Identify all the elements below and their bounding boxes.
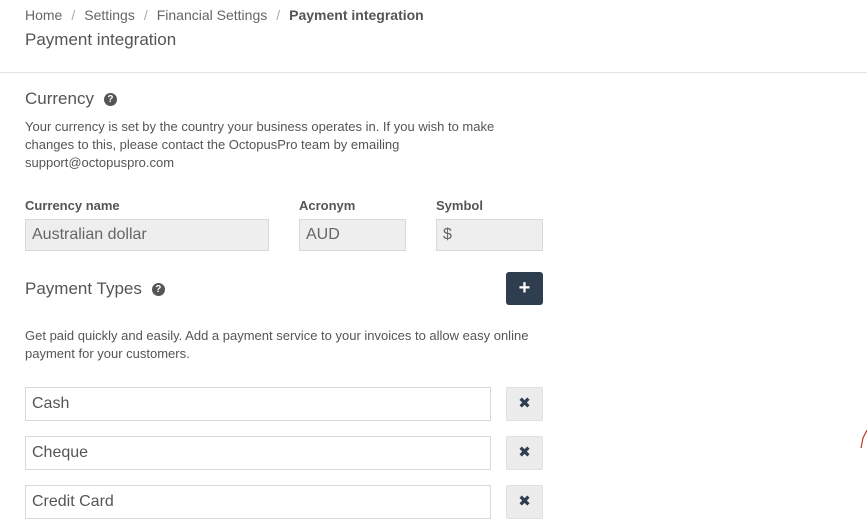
cursor-mark-icon <box>860 429 867 449</box>
payment-types-heading-text: Payment Types <box>25 279 142 298</box>
remove-payment-type-button[interactable]: ✖ <box>506 436 543 470</box>
symbol-label: Symbol <box>436 198 483 213</box>
acronym-label: Acronym <box>299 198 356 213</box>
breadcrumb-settings[interactable]: Settings <box>84 7 135 23</box>
breadcrumb-separator: / <box>71 7 76 23</box>
payment-types-heading: Payment Types? <box>25 279 165 299</box>
close-icon: ✖ <box>518 395 531 412</box>
payment-type-input[interactable] <box>25 387 491 421</box>
page-title: Payment integration <box>25 30 177 49</box>
symbol-field: $ <box>436 219 543 251</box>
add-payment-type-button[interactable]: + <box>506 272 543 305</box>
payment-type-input[interactable] <box>25 485 491 519</box>
payment-type-input[interactable] <box>25 436 491 470</box>
currency-name-label: Currency name <box>25 198 120 213</box>
acronym-field: AUD <box>299 219 406 251</box>
breadcrumb: Home / Settings / Financial Settings / Payment… <box>25 7 424 23</box>
breadcrumb-home[interactable]: Home <box>25 7 62 23</box>
close-icon: ✖ <box>518 444 531 461</box>
currency-name-field: Australian dollar <box>25 219 269 251</box>
close-icon: ✖ <box>518 493 531 510</box>
question-circle-icon[interactable]: ? <box>103 93 117 106</box>
currency-description: Your currency is set by the country your… <box>25 119 495 170</box>
remove-payment-type-button[interactable]: ✖ <box>506 387 543 421</box>
plus-icon: + <box>518 277 531 299</box>
page: Home / Settings / Financial Settings / Payment… <box>0 0 867 525</box>
breadcrumb-current: Payment integration <box>289 7 424 23</box>
breadcrumb-financial-settings[interactable]: Financial Settings <box>157 7 268 23</box>
payment-types-description: Get paid quickly and easily. Add a payme… <box>25 328 529 361</box>
question-circle-icon[interactable]: ? <box>151 283 165 296</box>
currency-heading: Currency? <box>25 89 117 109</box>
currency-heading-text: Currency <box>25 89 94 108</box>
breadcrumb-separator: / <box>276 7 281 23</box>
remove-payment-type-button[interactable]: ✖ <box>506 485 543 519</box>
page-header: Home / Settings / Financial Settings / Payment… <box>0 0 867 73</box>
breadcrumb-separator: / <box>143 7 148 23</box>
